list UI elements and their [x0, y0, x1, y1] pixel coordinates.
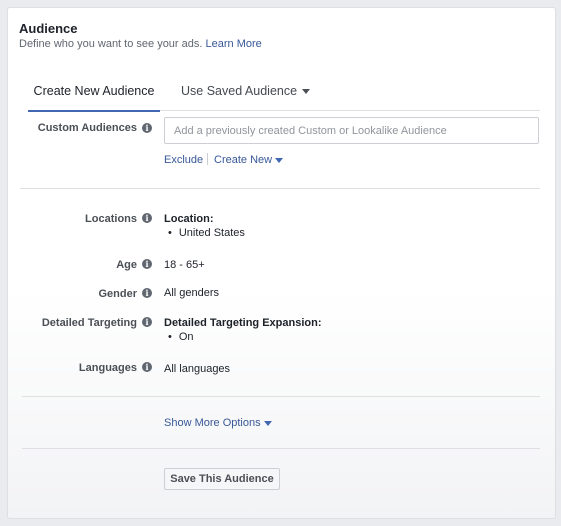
divider — [22, 396, 540, 397]
caret-down-icon — [275, 157, 284, 163]
info-icon[interactable]: i — [142, 288, 152, 298]
section-title: Audience — [19, 21, 78, 36]
exclude-link[interactable]: Exclude — [164, 154, 203, 166]
tab-create-new-audience[interactable]: Create New Audience — [28, 84, 160, 112]
tab-use-saved-audience[interactable]: Use Saved Audience — [181, 84, 311, 110]
create-new-dropdown[interactable]: Create New — [214, 154, 284, 166]
info-icon[interactable]: i — [142, 317, 152, 327]
detailed-targeting-label: Detailed Targeting — [41, 317, 137, 329]
locations-heading: Location: — [164, 213, 214, 225]
caret-down-icon — [302, 89, 311, 95]
learn-more-link[interactable]: Learn More — [206, 38, 262, 50]
audience-panel: Audience Define who you want to see your… — [7, 7, 556, 519]
locations-label: Locations — [85, 213, 137, 225]
age-label: Age — [116, 259, 137, 271]
languages-value: All languages — [164, 363, 231, 375]
age-value: 18 - 65+ — [164, 259, 205, 271]
section-subtitle: Define who you want to see your ads. Lea… — [19, 38, 262, 50]
audience-tabs: Create New Audience Use Saved Audience — [28, 82, 540, 112]
show-more-options-link[interactable]: Show More Options — [164, 417, 272, 429]
gender-label: Gender — [98, 288, 137, 300]
save-audience-button[interactable]: Save This Audience — [164, 468, 280, 490]
input-placeholder: Add a previously created Custom or Looka… — [174, 125, 447, 137]
info-icon[interactable]: i — [142, 362, 152, 372]
languages-label: Languages — [78, 362, 137, 374]
info-icon[interactable]: i — [142, 259, 152, 269]
custom-audience-input[interactable]: Add a previously created Custom or Looka… — [164, 117, 539, 144]
info-icon[interactable]: i — [142, 213, 152, 223]
caret-down-icon — [263, 420, 272, 426]
tab-label: Create New Audience — [33, 84, 155, 98]
detailed-targeting-item: On — [168, 331, 194, 343]
detailed-targeting-heading: Detailed Targeting Expansion: — [164, 317, 322, 329]
divider — [20, 188, 540, 189]
location-item: United States — [168, 227, 245, 239]
gender-value: All genders — [164, 287, 220, 299]
info-icon[interactable]: i — [142, 123, 152, 133]
custom-audiences-label: Custom Audiences — [37, 122, 137, 134]
subtitle-text: Define who you want to see your ads. — [19, 38, 203, 50]
divider — [22, 448, 540, 449]
link-divider — [207, 153, 208, 165]
show-more-label: Show More Options — [164, 417, 261, 429]
tab-label: Use Saved Audience — [181, 84, 298, 98]
create-new-label: Create New — [214, 154, 273, 166]
